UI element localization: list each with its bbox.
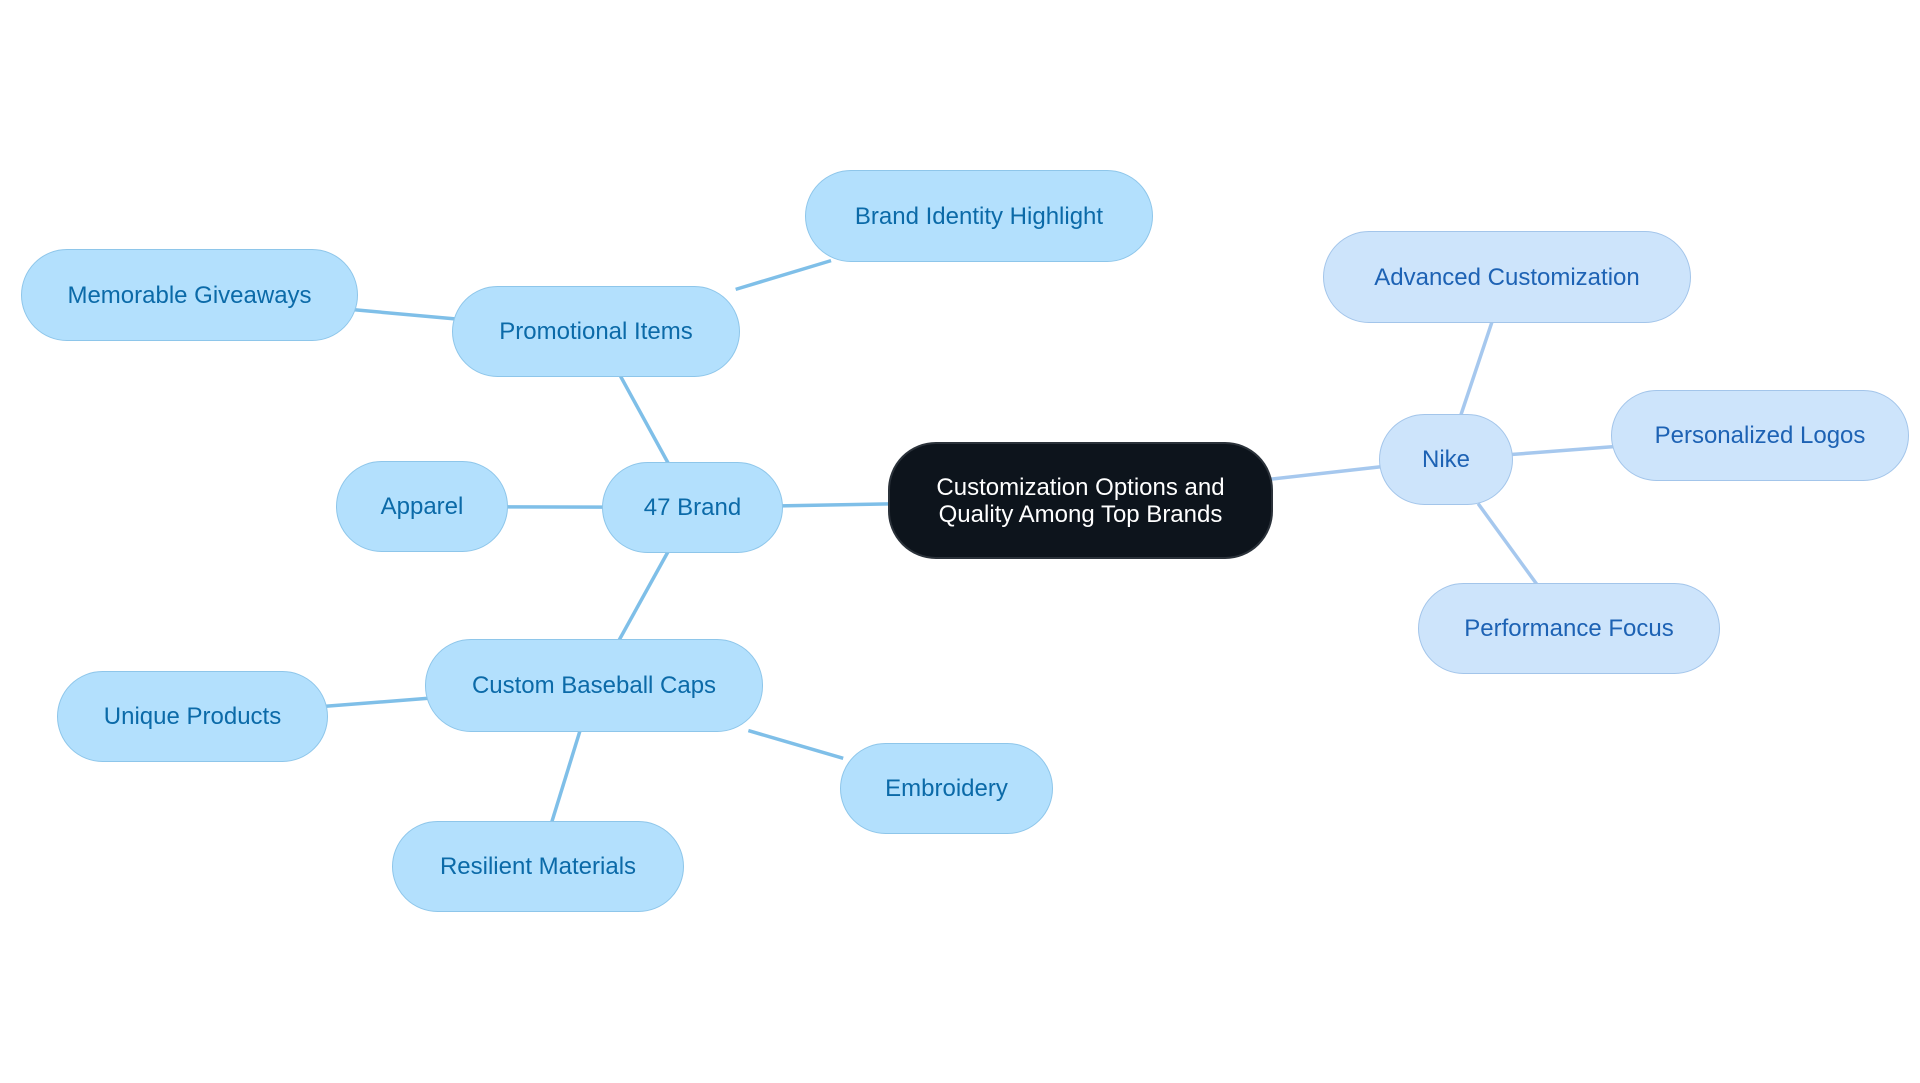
node-label: Resilient Materials <box>439 853 637 880</box>
node-resilient-materials[interactable]: Resilient Materials <box>392 821 684 912</box>
node-embroidery[interactable]: Embroidery <box>840 743 1053 834</box>
node-label: Nike <box>1421 446 1470 473</box>
node-unique-products[interactable]: Unique Products <box>57 671 328 762</box>
node-personalized-logos[interactable]: Personalized Logos <box>1611 390 1909 481</box>
node-label: 47 Brand <box>643 494 742 521</box>
node-advanced-customization[interactable]: Advanced Customization <box>1323 231 1691 323</box>
node-label: Apparel <box>380 493 464 520</box>
node-brand-identity-highlight[interactable]: Brand Identity Highlight <box>805 170 1153 262</box>
connector-root-nike <box>1267 465 1382 482</box>
root-node-label: Customization Options and Quality Among … <box>936 474 1224 528</box>
root-label-line-1: Customization Options and <box>936 473 1225 501</box>
node-label: Embroidery <box>885 775 1008 802</box>
node-label: Personalized Logos <box>1654 422 1866 449</box>
node-label: Promotional Items <box>499 318 693 345</box>
connector-nike-performance <box>1476 502 1539 586</box>
connector-caps-embroidery <box>747 728 844 760</box>
node-label: Performance Focus <box>1464 615 1674 642</box>
node-label: Advanced Customization <box>1374 263 1640 291</box>
node-nike[interactable]: Nike <box>1379 414 1513 505</box>
node-47-brand[interactable]: 47 Brand <box>602 462 783 553</box>
node-custom-baseball-caps[interactable]: Custom Baseball Caps <box>425 639 763 732</box>
node-label: Unique Products <box>103 703 282 730</box>
connector-nike-logos <box>1510 444 1616 457</box>
node-label: Custom Baseball Caps <box>471 672 717 699</box>
mind-map-canvas: Customization Options and Quality Among … <box>0 0 1920 1083</box>
connector-nike-advanced <box>1459 321 1494 416</box>
root-label-line-2: Quality Among Top Brands <box>938 500 1223 528</box>
connector-root-brand47 <box>780 502 894 508</box>
connector-brand47-caps <box>617 550 670 642</box>
connector-promotional-memorable <box>352 307 457 321</box>
node-label: Memorable Giveaways <box>67 281 312 309</box>
root-node[interactable]: Customization Options and Quality Among … <box>888 442 1273 559</box>
connector-promotional-brandIdentity <box>735 258 832 292</box>
node-memorable-giveaways[interactable]: Memorable Giveaways <box>21 249 358 341</box>
connector-caps-unique <box>323 696 431 709</box>
node-promotional-items[interactable]: Promotional Items <box>452 286 740 377</box>
node-label: Brand Identity Highlight <box>854 202 1104 230</box>
connector-caps-resilient <box>549 730 582 823</box>
connector-brand47-promotional <box>618 374 670 465</box>
node-apparel[interactable]: Apparel <box>336 461 508 552</box>
node-performance-focus[interactable]: Performance Focus <box>1418 583 1720 674</box>
